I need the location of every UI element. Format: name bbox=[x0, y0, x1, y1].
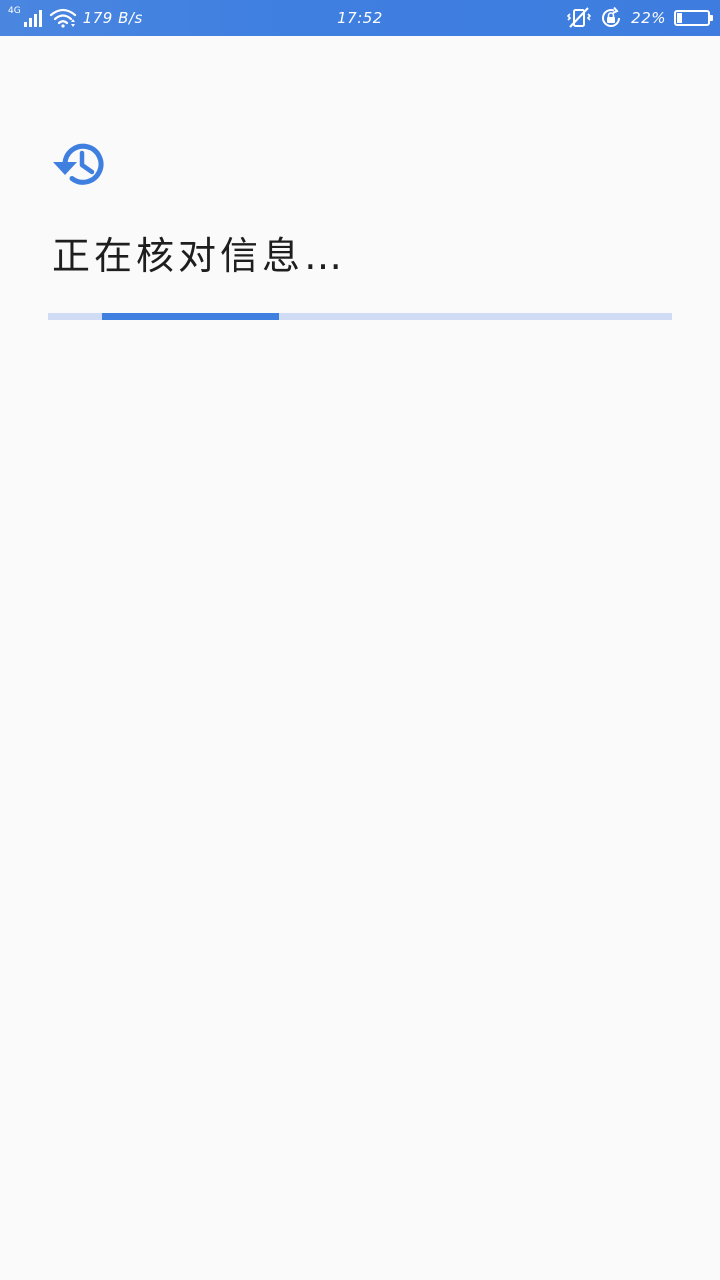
clock: 17:52 bbox=[337, 9, 383, 27]
net-speed: 179 B/s bbox=[82, 9, 143, 27]
battery-level bbox=[677, 13, 683, 23]
status-left: 4G 179 B/s bbox=[8, 0, 143, 36]
signal-icon bbox=[23, 10, 42, 27]
progress-bar bbox=[48, 313, 672, 320]
status-right: 22% bbox=[567, 0, 713, 36]
battery-percent: 22% bbox=[631, 9, 666, 27]
progress-indicator bbox=[101, 313, 279, 320]
history-icon bbox=[53, 143, 104, 185]
battery-icon bbox=[674, 10, 713, 26]
page-title: 正在核对信息… bbox=[52, 234, 347, 278]
vibrate-icon bbox=[567, 7, 592, 28]
network-type: 4G bbox=[8, 6, 21, 16]
rotation-lock-icon bbox=[602, 6, 621, 27]
status-bar: 4G 179 B/s 17:52 22% bbox=[0, 0, 720, 36]
wifi-icon bbox=[49, 8, 76, 28]
